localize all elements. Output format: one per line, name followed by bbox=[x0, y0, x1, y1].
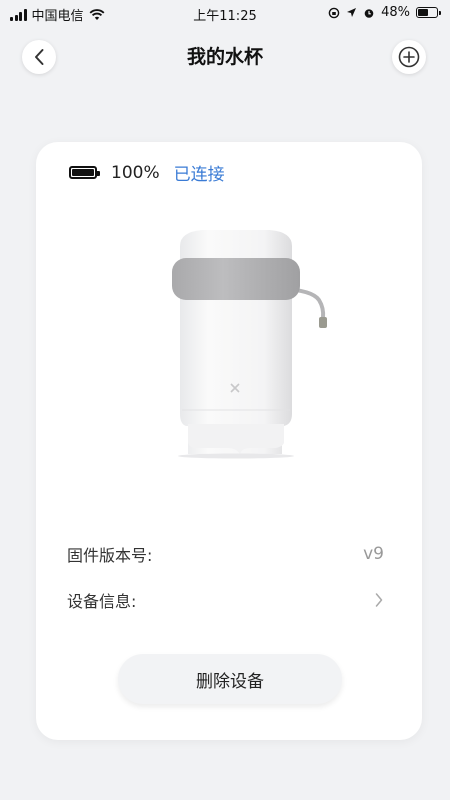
chevron-right-icon bbox=[375, 593, 383, 607]
add-button[interactable] bbox=[392, 40, 426, 74]
orientation-lock-icon bbox=[328, 7, 340, 18]
battery-icon bbox=[416, 7, 441, 18]
page-title: 我的水杯 bbox=[186, 46, 263, 68]
nav-bar: 我的水杯 bbox=[0, 30, 450, 80]
plus-circle-icon bbox=[398, 46, 420, 68]
device-card: 100% 已连接 固件版本号: v9 设备信息: 删除设备 bbox=[36, 142, 422, 740]
location-icon bbox=[347, 8, 357, 17]
connection-status: 已连接 bbox=[173, 165, 225, 185]
status-right: 48% bbox=[328, 5, 441, 20]
firmware-label: 固件版本号: bbox=[67, 546, 153, 565]
device-info-label: 设备信息: bbox=[67, 592, 137, 611]
device-status-row: 100% 已连接 bbox=[69, 160, 225, 185]
status-bar: 中国电信 上午11:25 48% bbox=[0, 0, 450, 26]
firmware-row: 固件版本号: v9 bbox=[67, 542, 384, 566]
device-battery-percent: 100% bbox=[111, 162, 160, 183]
water-bottle-image bbox=[172, 230, 327, 459]
firmware-value: v9 bbox=[363, 544, 384, 564]
delete-device-button[interactable]: 删除设备 bbox=[118, 654, 342, 704]
device-battery-icon bbox=[69, 166, 100, 179]
alarm-icon bbox=[364, 8, 374, 18]
battery-percent-label: 48% bbox=[381, 5, 410, 20]
device-info-row[interactable]: 设备信息: bbox=[67, 588, 384, 612]
